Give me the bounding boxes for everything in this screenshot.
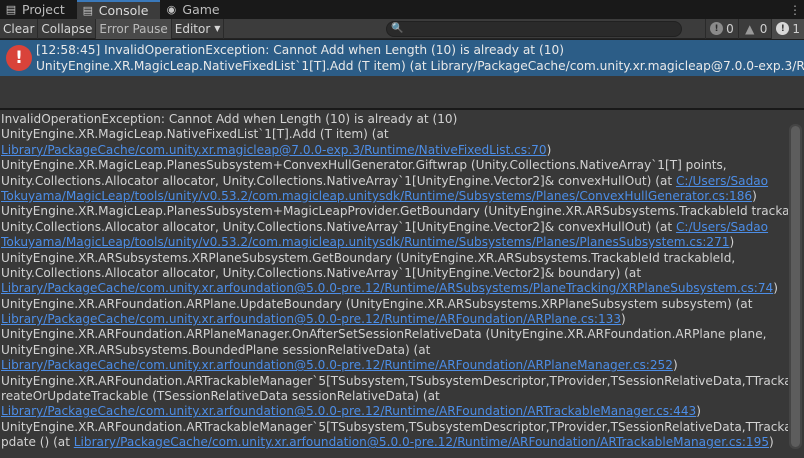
tab-project-label: Project <box>22 2 65 17</box>
stack-trace-text: ) <box>672 358 678 373</box>
stack-trace-line: Library/PackageCache/com.unity.xr.arfoun… <box>1 358 788 373</box>
stack-trace-text: UnityEngine.XR.ARSubsystems.XRPlaneSubsy… <box>1 250 736 265</box>
error-toggle[interactable]: ! 1 <box>771 18 804 39</box>
stack-trace-text: Unity.Collections.Allocator allocator, U… <box>1 265 642 280</box>
stack-trace-text: UnityEngine.XR.ARFoundation.ARPlaneManag… <box>1 327 767 342</box>
error-icon: ! <box>776 22 790 35</box>
stack-trace-text: reateOrUpdateTrackable (TSessionRelative… <box>1 389 440 404</box>
source-file-link[interactable]: Library/PackageCache/com.unity.xr.arfoun… <box>1 404 696 418</box>
stack-trace-text: ) <box>769 435 774 450</box>
folder-icon: ▤ <box>5 2 17 16</box>
warning-count: 0 <box>759 21 768 36</box>
source-file-link[interactable]: Tokuyama/MagicLeap/tools/unity/v0.53.2/c… <box>1 235 730 249</box>
log-entry-line-1: [12:58:45] InvalidOperationException: Ca… <box>36 43 564 57</box>
error-pause-button[interactable]: Error Pause <box>96 18 172 39</box>
game-icon: ◉ <box>166 2 177 16</box>
stack-trace-line: UnityEngine.XR.ARFoundation.ARTrackableM… <box>1 374 788 389</box>
warning-toggle[interactable]: ▲ 0 <box>737 18 772 39</box>
editor-dropdown[interactable]: Editor ▼ <box>172 18 225 39</box>
stack-trace-text: ) <box>696 404 701 419</box>
source-file-link[interactable]: Tokuyama/MagicLeap/tools/unity/v0.53.2/c… <box>1 189 752 203</box>
more-options-icon[interactable]: ⋮ <box>786 0 804 19</box>
stack-trace-text: UnityEngine.XR.ARFoundation.ARPlane.Upda… <box>1 296 753 311</box>
error-count: 1 <box>792 21 800 36</box>
stack-trace-line: UnityEngine.XR.ARSubsystems.XRPlaneSubsy… <box>1 251 788 266</box>
stack-trace-text: ) <box>546 142 552 157</box>
stack-trace-text: UnityEngine.XR.ARFoundation.ARTrackableM… <box>1 373 788 388</box>
stack-trace-line: UnityEngine.XR.ARFoundation.ARPlane.Upda… <box>1 297 788 312</box>
search-input[interactable] <box>407 22 668 35</box>
tab-console[interactable]: ▤ Console <box>76 0 161 19</box>
search-icon: 🔍 <box>391 23 404 34</box>
log-entry-line-2: UnityEngine.XR.MagicLeap.NativeFixedList… <box>36 59 804 73</box>
stack-trace-line: Library/PackageCache/com.unity.xr.arfoun… <box>1 281 788 296</box>
tab-console-label: Console <box>98 3 149 18</box>
stack-trace-text: pdate () (at <box>1 435 74 450</box>
stack-trace-line: UnityEngine.XR.MagicLeap.NativeFixedList… <box>1 127 788 142</box>
source-file-link[interactable]: C:/Users/Sadao <box>676 220 768 234</box>
stack-trace-line: Library/PackageCache/com.unity.xr.arfoun… <box>1 404 788 419</box>
log-count-toggles: ! 0 ▲ 0 ! 1 <box>705 18 804 39</box>
console-toolbar: Clear Collapse Error Pause Editor ▼ 🔍 ! … <box>0 18 804 39</box>
warning-icon: ▲ <box>745 21 755 36</box>
source-file-link[interactable]: Library/PackageCache/com.unity.xr.arfoun… <box>1 281 773 295</box>
info-count: 0 <box>726 21 734 36</box>
stack-trace-line: InvalidOperationException: Cannot Add wh… <box>1 112 788 127</box>
tab-game[interactable]: ◉ Game <box>160 0 231 19</box>
stack-trace-text: ) <box>621 312 626 327</box>
stack-trace-line: Unity.Collections.Allocator allocator, U… <box>1 174 788 189</box>
source-file-link[interactable]: Library/PackageCache/com.unity.xr.arfoun… <box>1 312 621 326</box>
stack-trace-text: InvalidOperationException: Cannot Add wh… <box>1 112 458 126</box>
stack-trace-text: ) <box>752 188 757 203</box>
stack-trace-text: UnityEngine.XR.ARFoundation.ARTrackableM… <box>1 419 788 434</box>
stack-trace-line: Tokuyama/MagicLeap/tools/unity/v0.53.2/c… <box>1 189 788 204</box>
log-entry-selected[interactable]: ! [12:58:45] InvalidOperationException: … <box>0 40 804 76</box>
tab-project[interactable]: ▤ Project <box>0 0 77 19</box>
stack-trace-text: Unity.Collections.Allocator allocator, U… <box>1 219 676 234</box>
stack-trace-line: pdate () (at Library/PackageCache/com.un… <box>1 435 788 450</box>
source-file-link[interactable]: C:/Users/Sadao <box>676 174 768 188</box>
stack-trace-line: Library/PackageCache/com.unity.xr.arfoun… <box>1 312 788 327</box>
stack-trace-line: UnityEngine.XR.MagicLeap.PlanesSubsystem… <box>1 158 788 173</box>
scrollbar-thumb[interactable] <box>791 126 800 447</box>
log-entry-text: [12:58:45] InvalidOperationException: Ca… <box>36 40 804 74</box>
vertical-scrollbar[interactable] <box>789 124 802 449</box>
info-toggle[interactable]: ! 0 <box>705 18 738 39</box>
collapse-button[interactable]: Collapse <box>38 18 97 39</box>
console-icon: ▤ <box>82 3 93 17</box>
search-field[interactable]: 🔍 <box>386 20 683 37</box>
stack-trace-line: Library/PackageCache/com.unity.xr.magicl… <box>1 143 788 158</box>
window-tab-bar: ▤ Project ▤ Console ◉ Game ⋮ <box>0 0 804 19</box>
stack-trace-line: Tokuyama/MagicLeap/tools/unity/v0.53.2/c… <box>1 235 788 250</box>
stack-trace-line: UnityEngine.XR.MagicLeap.PlanesSubsystem… <box>1 204 788 219</box>
editor-dropdown-label: Editor <box>174 21 211 36</box>
source-file-link[interactable]: Library/PackageCache/com.unity.xr.magicl… <box>1 143 547 157</box>
stack-trace-text: ) <box>773 281 778 296</box>
stack-trace-line: UnityEngine.XR.ARFoundation.ARPlaneManag… <box>1 327 788 342</box>
stack-trace-text: UnityEngine.XR.ARSubsystems.BoundedPlane… <box>1 342 431 357</box>
tab-game-label: Game <box>182 2 220 17</box>
log-entry-list: ! [12:58:45] InvalidOperationException: … <box>0 40 804 108</box>
stack-trace-text: UnityEngine.XR.MagicLeap.PlanesSubsystem… <box>1 158 727 173</box>
chevron-down-icon: ▼ <box>214 24 221 33</box>
stack-trace-line: UnityEngine.XR.ARSubsystems.BoundedPlane… <box>1 343 788 358</box>
stack-trace-text: Unity.Collections.Allocator allocator, U… <box>1 173 676 188</box>
stack-trace-text: ) <box>729 235 735 250</box>
stack-trace-line: Unity.Collections.Allocator allocator, U… <box>1 220 788 235</box>
clear-button[interactable]: Clear <box>0 18 39 39</box>
stack-trace-line: reateOrUpdateTrackable (TSessionRelative… <box>1 389 788 404</box>
source-file-link[interactable]: Library/PackageCache/com.unity.xr.arfoun… <box>1 358 673 372</box>
source-file-link[interactable]: Library/PackageCache/com.unity.xr.arfoun… <box>74 435 769 449</box>
stack-trace-panel: InvalidOperationException: Cannot Add wh… <box>0 110 804 458</box>
stack-trace-text: UnityEngine.XR.MagicLeap.NativeFixedList… <box>1 127 389 142</box>
info-icon: ! <box>710 22 724 35</box>
error-icon: ! <box>6 45 32 71</box>
stack-trace: InvalidOperationException: Cannot Add wh… <box>1 112 788 451</box>
stack-trace-line: Unity.Collections.Allocator allocator, U… <box>1 266 788 281</box>
stack-trace-text: UnityEngine.XR.MagicLeap.PlanesSubsystem… <box>1 204 788 219</box>
stack-trace-line: UnityEngine.XR.ARFoundation.ARTrackableM… <box>1 420 788 435</box>
